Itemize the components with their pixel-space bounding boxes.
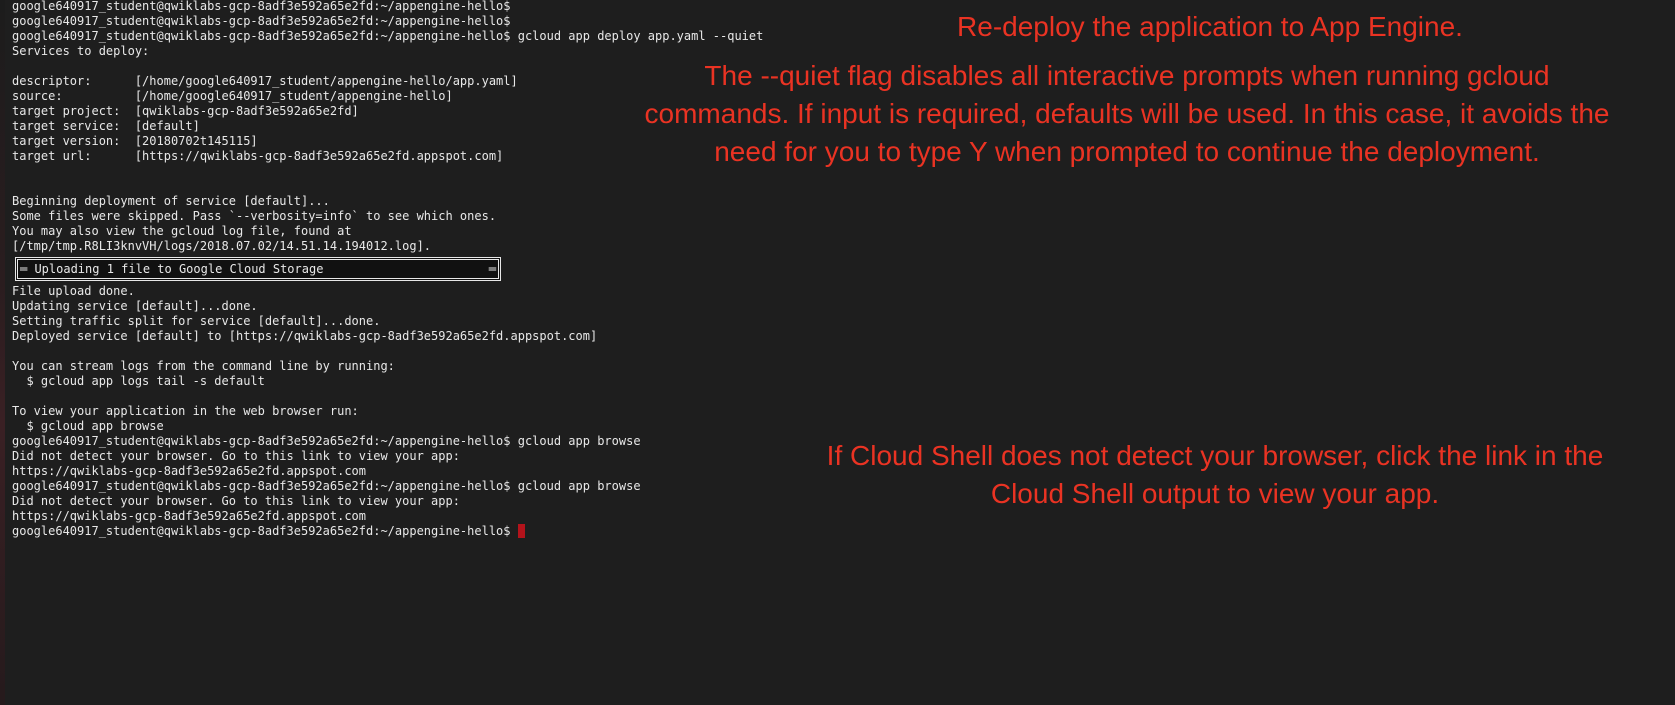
terminal-line: You may also view the gcloud log file, f… xyxy=(12,224,352,238)
upload-progress-box: ═ Uploading 1 file to Google Cloud Stora… xyxy=(15,257,501,281)
annotation-browser-link: If Cloud Shell does not detect your brow… xyxy=(826,440,1604,509)
upload-progress-end: ═ xyxy=(488,262,496,276)
terminal-line: You can stream logs from the command lin… xyxy=(12,359,395,373)
terminal-line: [/tmp/tmp.R8LI3knvVH/logs/2018.07.02/14.… xyxy=(12,239,432,253)
upload-progress-label: ═ Uploading 1 file to Google Cloud Stora… xyxy=(20,262,324,276)
terminal-line: File upload done. xyxy=(12,284,135,298)
terminal-line: Some files were skipped. Pass `--verbosi… xyxy=(12,209,497,223)
terminal-line: Deployed service [default] to [https://q… xyxy=(12,329,598,343)
annotation-redeploy: Re-deploy the application to App Engine. xyxy=(957,11,1463,42)
terminal-line: google640917_student@qwiklabs-gcp-8adf3e… xyxy=(12,14,511,28)
terminal-line: google640917_student@qwiklabs-gcp-8adf3e… xyxy=(12,0,511,13)
terminal-line: Setting traffic split for service [defau… xyxy=(12,314,381,328)
terminal-line: google640917_student@qwiklabs-gcp-8adf3e… xyxy=(12,434,641,448)
terminal-line: google640917_student@qwiklabs-gcp-8adf3e… xyxy=(12,29,764,43)
terminal-line: Updating service [default]...done. xyxy=(12,299,258,313)
terminal-prompt-line[interactable]: google640917_student@qwiklabs-gcp-8adf3e… xyxy=(12,524,832,539)
terminal-line: $ gcloud app browse xyxy=(12,419,164,433)
upload-progress: ═ Uploading 1 file to Google Cloud Stora… xyxy=(12,254,832,284)
terminal-line: Did not detect your browser. Go to this … xyxy=(12,494,460,508)
terminal-cursor xyxy=(517,524,525,538)
terminal-line: google640917_student@qwiklabs-gcp-8adf3e… xyxy=(12,479,641,493)
annotation-quiet-flag: The --quiet flag disables all interactiv… xyxy=(644,60,1610,167)
app-link[interactable]: https://qwiklabs-gcp-8adf3e592a65e2fd.ap… xyxy=(12,509,832,524)
app-link[interactable]: https://qwiklabs-gcp-8adf3e592a65e2fd.ap… xyxy=(12,464,832,479)
terminal-line: Beginning deployment of service [default… xyxy=(12,194,330,208)
cloud-shell-screen: google640917_student@qwiklabs-gcp-8adf3e… xyxy=(0,0,1675,705)
window-edge xyxy=(0,0,5,705)
terminal-prompt: google640917_student@qwiklabs-gcp-8adf3e… xyxy=(12,524,511,538)
terminal-line: Did not detect your browser. Go to this … xyxy=(12,449,460,463)
terminal-line: $ gcloud app logs tail -s default xyxy=(12,374,265,388)
terminal-line: To view your application in the web brow… xyxy=(12,404,359,418)
